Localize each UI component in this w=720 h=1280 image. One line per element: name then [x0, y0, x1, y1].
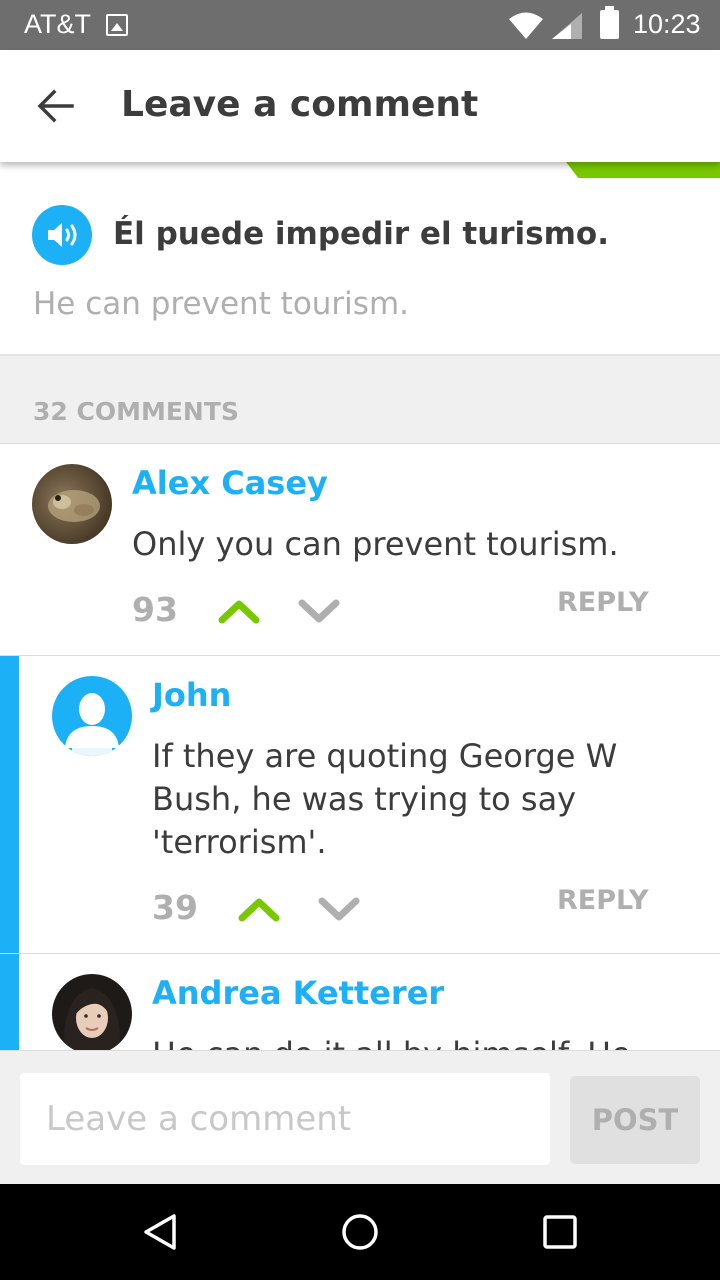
wifi-icon — [509, 12, 543, 39]
status-carrier: AT&T — [24, 9, 91, 39]
arrow-left-icon[interactable] — [36, 88, 76, 124]
vote-count: 93 — [132, 590, 178, 629]
page-title: Leave a comment — [121, 84, 479, 125]
speaker-icon[interactable] — [32, 205, 92, 265]
comment-text: If they are quoting George W Bush, he wa… — [152, 737, 618, 861]
sentence-card: Él puede impedir el turismo. He can prev… — [0, 178, 720, 356]
recents-nav-icon[interactable] — [542, 1214, 578, 1250]
sentence-translation: He can prevent tourism. — [33, 286, 409, 322]
avatar[interactable] — [52, 676, 132, 756]
comment-text: Only you can prevent tourism. — [132, 525, 619, 563]
home-nav-icon[interactable] — [340, 1212, 380, 1252]
comments-count: 32 COMMENTS — [33, 397, 239, 426]
avatar[interactable] — [52, 974, 132, 1054]
navigation-bar — [0, 1184, 720, 1280]
progress-accent — [566, 162, 720, 178]
sentence-text: Él puede impedir el turismo. — [113, 216, 609, 252]
comment-author[interactable]: John — [152, 676, 231, 714]
comment-author[interactable]: Alex Casey — [132, 464, 328, 502]
battery-icon — [600, 6, 619, 39]
downvote-icon[interactable] — [317, 895, 361, 923]
signal-icon — [552, 13, 582, 39]
comments-header: 32 COMMENTS — [0, 356, 720, 444]
status-bar: AT&T 10:23 — [0, 0, 720, 50]
comment-item: John If they are quoting George W Bush, … — [0, 656, 720, 954]
post-button[interactable]: POST — [570, 1076, 700, 1164]
back-nav-icon[interactable] — [140, 1212, 180, 1252]
vote-count: 39 — [152, 888, 198, 927]
comment-author[interactable]: Andrea Ketterer — [152, 974, 444, 1012]
reply-indicator — [0, 656, 19, 953]
comment-input[interactable] — [20, 1073, 550, 1165]
comment-composer: POST — [0, 1050, 720, 1184]
downvote-icon[interactable] — [297, 597, 341, 625]
upvote-icon[interactable] — [237, 895, 281, 923]
reply-button[interactable]: REPLY — [557, 885, 649, 916]
avatar[interactable] — [32, 464, 112, 544]
reply-button[interactable]: REPLY — [557, 587, 649, 618]
upvote-icon[interactable] — [217, 597, 261, 625]
comment-item: Alex Casey Only you can prevent tourism.… — [0, 444, 720, 656]
image-notification-icon — [106, 14, 128, 36]
app-bar: Leave a comment — [0, 50, 720, 162]
status-time: 10:23 — [633, 9, 701, 39]
